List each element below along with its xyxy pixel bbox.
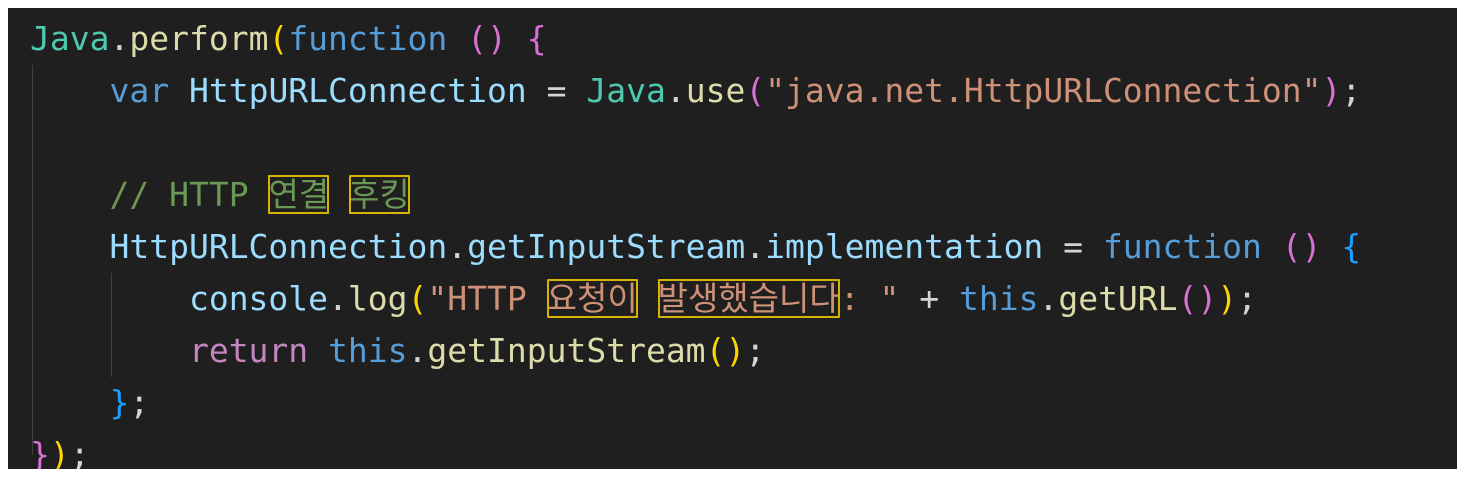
code-token: return <box>188 331 309 370</box>
code-token: function <box>1102 227 1262 266</box>
code-token: } <box>30 435 50 469</box>
code-token: . <box>109 19 130 58</box>
code-token: . <box>407 331 428 370</box>
code-token: ; <box>1237 279 1258 318</box>
code-token: ( <box>268 19 289 58</box>
highlighted-token: 연결 <box>268 175 330 214</box>
code-line[interactable]: }; <box>30 377 1361 429</box>
code-token: HttpURLConnection <box>109 227 448 266</box>
code-line[interactable]: // HTTP 연결 후킹 <box>30 169 1361 221</box>
code-token: ) <box>1321 71 1342 110</box>
code-token: perform <box>129 19 269 58</box>
code-token: log <box>347 279 408 318</box>
code-token: var <box>109 71 170 110</box>
code-token: this <box>328 331 408 370</box>
code-token: Java <box>30 19 110 58</box>
code-token: { <box>526 19 547 58</box>
code-token: () <box>1177 279 1218 318</box>
code-token: () <box>467 19 507 58</box>
code-token: use <box>685 71 746 110</box>
code-line[interactable]: console.log("HTTP 요청이 발생했습니다: " + this.g… <box>30 273 1361 325</box>
code-token: HttpURLConnection <box>188 71 527 110</box>
code-token: + <box>899 279 959 318</box>
code-token: : " <box>839 279 900 318</box>
code-token: // HTTP <box>109 175 269 214</box>
code-token: this <box>958 279 1039 318</box>
code-line[interactable]: Java.perform(function () { <box>30 13 1361 65</box>
code-token: ; <box>129 383 150 422</box>
code-token: implementation <box>765 227 1044 266</box>
code-token: function <box>288 19 448 58</box>
code-line[interactable] <box>30 117 1361 169</box>
highlighted-token: 발생했습니다 <box>657 279 840 318</box>
code-token: = <box>526 71 587 110</box>
code-token: ; <box>745 331 766 370</box>
code-token: ; <box>1341 71 1362 110</box>
code-token: ( <box>745 71 766 110</box>
code-token: "java.net.HttpURLConnection" <box>765 71 1322 110</box>
code-token: getInputStream <box>467 227 746 266</box>
code-token: ( <box>407 279 428 318</box>
highlighted-token: 요청이 <box>546 279 638 318</box>
code-token: . <box>1038 279 1059 318</box>
code-line[interactable]: }); <box>30 429 1361 469</box>
code-token: Java <box>586 71 666 110</box>
code-token: } <box>109 383 130 422</box>
code-token: . <box>665 71 686 110</box>
code-token: "HTTP <box>427 279 547 318</box>
code-token: . <box>328 279 348 318</box>
code-token: ) <box>1217 279 1238 318</box>
code-token: { <box>1341 227 1362 266</box>
highlighted-token: 후킹 <box>349 175 410 214</box>
code-token: () <box>705 331 746 370</box>
code-token: . <box>447 227 468 266</box>
code-line[interactable]: return this.getInputStream(); <box>30 325 1361 377</box>
code-token: console <box>188 279 329 318</box>
code-token: () <box>1281 227 1322 266</box>
code-line[interactable]: HttpURLConnection.getInputStream.impleme… <box>30 221 1361 273</box>
code-token: ) <box>49 435 70 469</box>
code-editor[interactable]: Java.perform(function () { var HttpURLCo… <box>8 8 1457 469</box>
code-token: ; <box>69 435 90 469</box>
code-token: getInputStream <box>427 331 706 370</box>
code-token: = <box>1043 227 1103 266</box>
code-token: . <box>745 227 766 266</box>
code-block[interactable]: Java.perform(function () { var HttpURLCo… <box>30 13 1361 469</box>
code-line[interactable]: var HttpURLConnection = Java.use("java.n… <box>30 65 1361 117</box>
code-token: getURL <box>1058 279 1178 318</box>
